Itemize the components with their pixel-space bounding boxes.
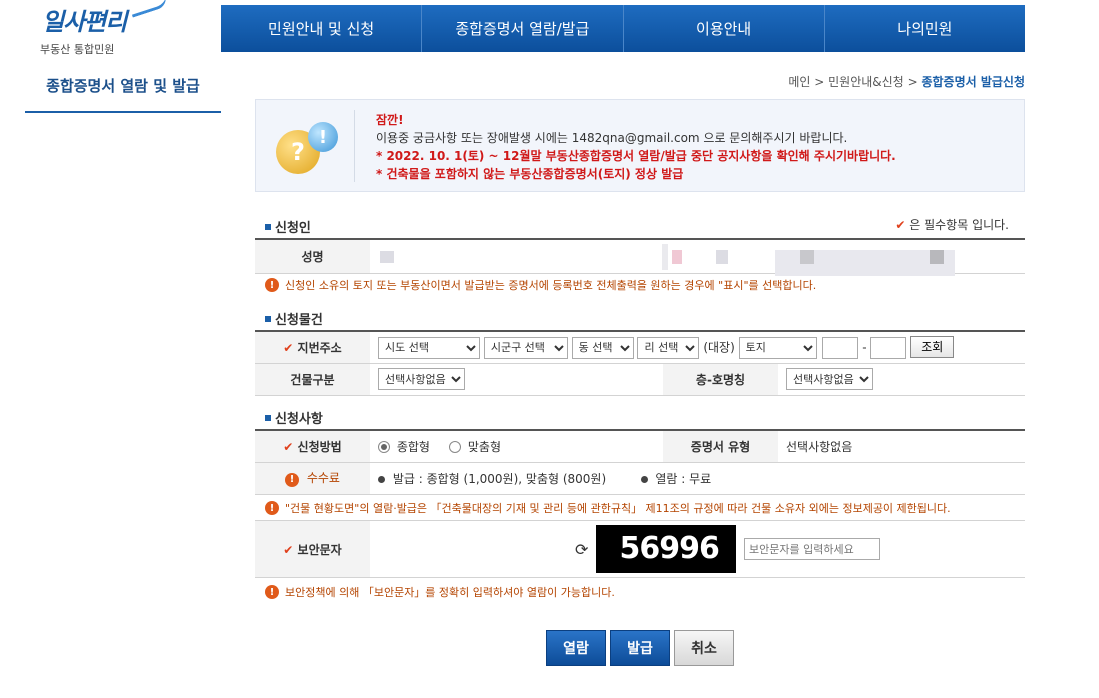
captcha-table: ✔ 보안문자 ⟳ 56996 [255,520,1025,578]
site-logo[interactable]: 일사편리 부동산 통합민원 [30,0,180,60]
logo-swoosh [129,0,169,18]
drawing-restriction-hint: ! "건물 현황도면"의 열람·발급은 「건축물대장의 기재 및 관리 등에 관… [265,500,951,516]
dong-select[interactable]: 동 선택 [571,336,634,359]
check-icon: ✔ [283,340,294,355]
address-fields: 시도 선택 시군구 선택 동 선택 리 선택 (대장) 토지 - 조회 [370,331,1025,364]
breadcrumb: 메인 > 민원안내&신청 > 종합증명서 발급신청 [788,73,1025,90]
building-field: 선택사항없음 [370,363,663,396]
view-button[interactable]: 열람 [546,630,606,666]
request-table: ✔ 신청방법 종합형 맞춤형 증명서 유형 선택사항없음 ! 수수료 발급 : … [255,429,1025,495]
nav-item-my-civil[interactable]: 나의민원 [825,5,1025,52]
notice-title: 잠깐! [376,113,404,127]
sidebar-title[interactable]: 종합증명서 열람 및 발급 [25,68,221,113]
notice-line-land: * 건축물을 포함하지 않는 부동산종합증명서(토지) 정상 발급 [376,167,684,181]
name-label: 성명 [255,239,370,274]
property-table: ✔ 지번주소 시도 선택 시군구 선택 동 선택 리 선택 (대장) 토지 - … [255,330,1025,396]
issue-button[interactable]: 발급 [610,630,670,666]
section-header-property: 신청물건 [265,309,323,328]
lot-sub-number-input[interactable] [870,336,907,359]
nav-item-civil-guide[interactable]: 민원안내 및 신청 [221,5,423,52]
info-icon: ! [285,472,300,487]
dash: - [862,340,867,355]
cancel-button[interactable]: 취소 [674,630,734,666]
name-value [370,239,1025,276]
bullet-icon [265,315,271,322]
radio-comprehensive[interactable] [378,441,390,454]
applicant-table: 성명 [255,238,1025,276]
captcha-image: 56996 [596,525,737,573]
divider [354,110,355,182]
floor-select[interactable]: 선택사항없음 [786,368,873,390]
refresh-icon[interactable]: ⟳ [575,540,588,559]
captcha-input[interactable] [744,538,881,560]
floor-label: 층-호명칭 [663,363,778,396]
question-info-icon: ? ! [274,120,344,176]
captcha-label: ✔ 보안문자 [255,520,370,578]
action-buttons: 열람 발급 취소 [546,630,734,666]
info-icon: ! [265,278,279,292]
nav-item-certificate[interactable]: 종합증명서 열람/발급 [422,5,624,52]
check-icon: ✔ [283,542,294,557]
breadcrumb-separator: > [814,75,825,89]
land-type-select[interactable]: 토지 [738,336,817,359]
required-note: ✔ 은 필수항목 입니다. [895,218,1009,232]
lookup-button[interactable]: 조회 [910,335,955,358]
bullet-icon [265,223,271,230]
check-icon: ✔ [283,439,294,454]
method-options: 종합형 맞춤형 [370,430,663,463]
logo-subtitle: 부동산 통합민원 [40,43,115,56]
building-label: 건물구분 [255,363,370,396]
notice-line-contact: 이용중 궁금사항 또는 장애발생 시에는 1482qna@gmail.com 으… [376,131,848,145]
info-icon: ! [265,501,279,515]
info-icon: ! [265,585,279,599]
building-select[interactable]: 선택사항없음 [378,368,465,390]
breadcrumb-current: 종합증명서 발급신청 [921,75,1025,89]
lot-main-number-input[interactable] [822,336,859,359]
radio-custom[interactable] [449,441,462,454]
top-navigation: 민원안내 및 신청 종합증명서 열람/발급 이용안내 나의민원 [221,5,1025,52]
section-header-applicant: 신청인 [265,217,311,236]
notice-box: ? ! 잠깐! 이용중 궁금사항 또는 장애발생 시에는 1482qna@gma… [255,99,1025,192]
fee-label: ! 수수료 [255,462,370,495]
bullet-dot-icon [378,475,385,483]
breadcrumb-separator: > [907,75,918,89]
notice-line-suspension: * 2022. 10. 1(토) ~ 12월말 부동산종합증명서 열람/발급 중… [376,149,896,163]
breadcrumb-home[interactable]: 메인 [788,75,810,89]
address-label: ✔ 지번주소 [255,331,370,364]
method-label: ✔ 신청방법 [255,430,370,463]
captcha-hint: ! 보안정책에 의해 「보안문자」를 정확히 입력하셔야 열람이 가능합니다. [265,584,615,600]
sigungu-select[interactable]: 시군구 선택 [483,336,568,359]
captcha-area: ⟳ 56996 [370,520,1025,578]
check-icon: ✔ [895,218,906,232]
breadcrumb-mid[interactable]: 민원안내&신청 [828,75,904,89]
nav-item-usage-guide[interactable]: 이용안내 [624,5,825,52]
cert-type-value: 선택사항없음 [778,430,1025,463]
opt-custom-label[interactable]: 맞춤형 [468,440,501,454]
floor-field: 선택사항없음 [778,363,1025,396]
fee-info: 발급 : 종합형 (1,000원), 맞춤형 (800원) 열람 : 무료 [370,462,1025,495]
opt-comprehensive-label[interactable]: 종합형 [397,440,430,454]
applicant-hint: ! 신청인 소유의 토지 또는 부동산이면서 발급받는 증명서에 등록번호 전체… [265,277,816,293]
bullet-icon [265,414,271,421]
daejang-label: (대장) [703,340,735,355]
cert-type-label: 증명서 유형 [663,430,778,463]
bullet-dot-icon [640,475,648,483]
ri-select[interactable]: 리 선택 [637,336,700,359]
logo-brand: 일사편리 [42,8,127,36]
sido-select[interactable]: 시도 선택 [378,336,480,359]
section-header-request: 신청사항 [265,408,323,427]
